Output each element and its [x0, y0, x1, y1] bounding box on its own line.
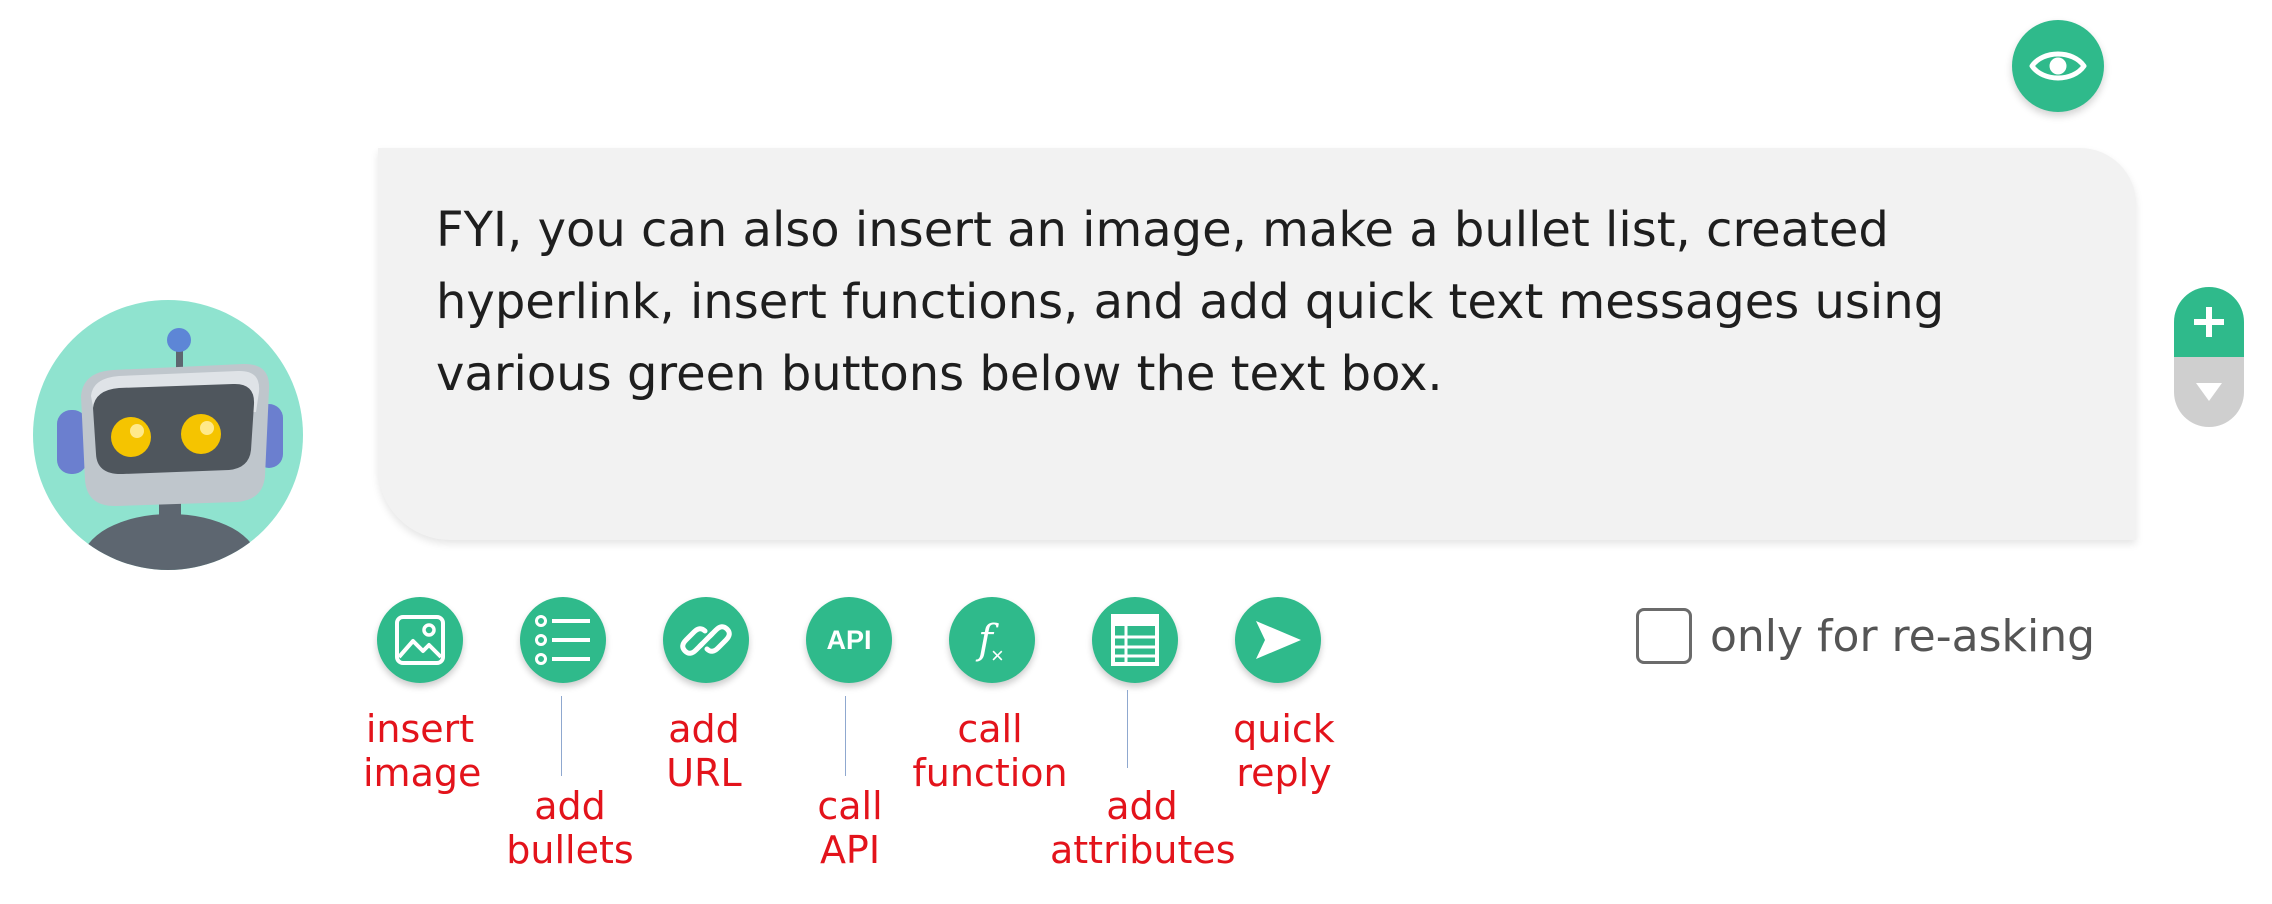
table-icon [1111, 614, 1159, 666]
label-add-attributes: add attributes [1050, 784, 1236, 872]
eye-icon [2029, 51, 2087, 81]
message-bubble[interactable]: FYI, you can also insert an image, make … [378, 148, 2136, 540]
label-insert-image: insert image [363, 707, 482, 795]
bot-avatar [33, 300, 303, 570]
label-line: call [957, 707, 1023, 751]
reask-checkbox[interactable] [1636, 608, 1692, 664]
label-line: add [1106, 784, 1178, 828]
add-bullets-button[interactable] [520, 597, 606, 683]
message-text[interactable]: FYI, you can also insert an image, make … [436, 194, 2076, 410]
label-add-url: add URL [654, 707, 754, 795]
label-line: URL [666, 751, 742, 795]
label-call-function: call function [907, 707, 1073, 795]
image-icon [395, 615, 445, 665]
link-icon [680, 624, 732, 656]
label-line: bullets [506, 828, 634, 872]
call-function-button[interactable]: f× [949, 597, 1035, 683]
plus-icon [2194, 307, 2224, 337]
label-line: attributes [1050, 828, 1236, 872]
add-attributes-button[interactable] [1092, 597, 1178, 683]
move-down-button[interactable] [2174, 357, 2244, 427]
label-quick-reply: quick reply [1224, 707, 1344, 795]
reask-option[interactable]: only for re-asking [1636, 608, 2095, 664]
message-stepper [2174, 287, 2244, 427]
label-line: add [534, 784, 606, 828]
label-line: function [912, 751, 1068, 795]
label-line: add [668, 707, 740, 751]
preview-button[interactable] [2012, 20, 2104, 112]
send-icon [1256, 621, 1301, 659]
insert-image-button[interactable] [377, 597, 463, 683]
reask-label: only for re-asking [1710, 610, 2096, 662]
add-url-button[interactable] [663, 597, 749, 683]
label-line: quick [1233, 707, 1335, 751]
label-line: API [819, 828, 881, 872]
robot-icon [33, 300, 303, 570]
leader-line [1127, 690, 1128, 768]
function-x-glyph: × [990, 643, 1004, 668]
label-add-bullets: add bullets [505, 784, 635, 872]
leader-line [561, 696, 562, 776]
label-line: insert [365, 707, 475, 751]
quick-reply-button[interactable] [1235, 597, 1321, 683]
label-line: call [817, 784, 883, 828]
add-message-button[interactable] [2174, 287, 2244, 357]
label-call-api: call API [800, 784, 900, 872]
bullet-list-icon [535, 615, 590, 665]
chat-editor: FYI, you can also insert an image, make … [0, 0, 2272, 904]
leader-line [845, 696, 846, 776]
call-api-button[interactable]: API [806, 597, 892, 683]
label-line: reply [1236, 751, 1332, 795]
label-line: image [363, 751, 482, 795]
function-icon: f× [978, 617, 1006, 668]
triangle-down-icon [2196, 383, 2222, 401]
api-icon: API [826, 624, 872, 655]
